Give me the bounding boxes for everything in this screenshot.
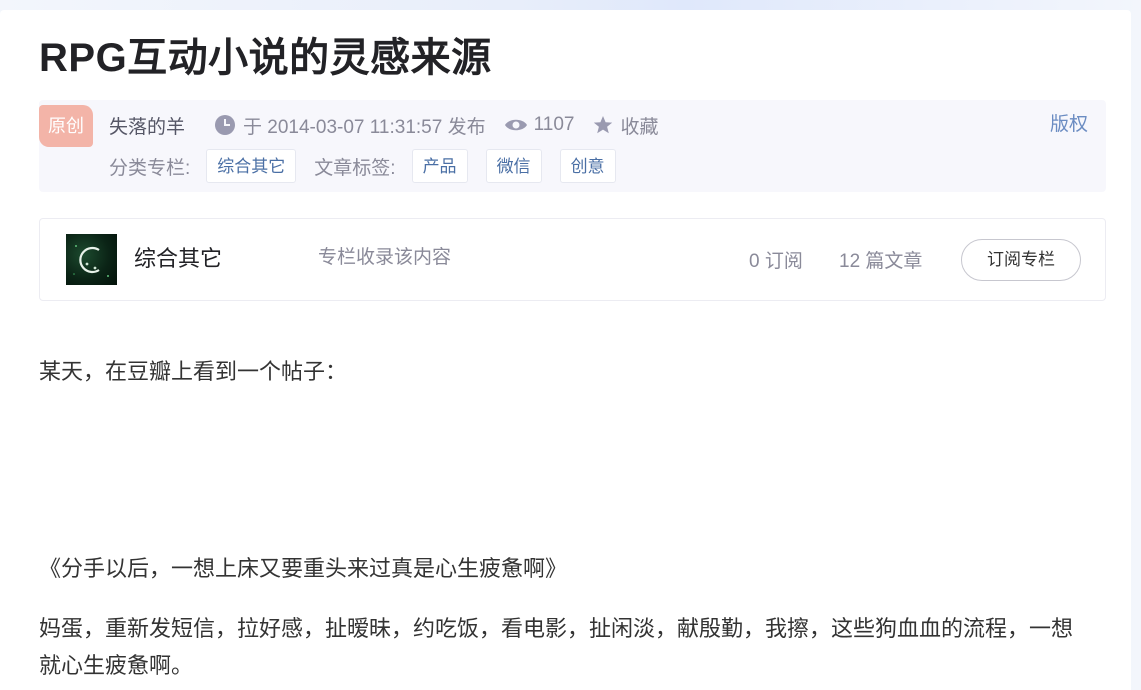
subscribe-column-button[interactable]: 订阅专栏 [961, 239, 1081, 281]
article-tag[interactable]: 产品 [411, 149, 468, 183]
article-title: RPG互动小说的灵感来源 [39, 36, 492, 80]
tags-label: 文章标签: [314, 157, 396, 179]
publish-time: 于 2014-03-07 11:31:57 发布 [243, 116, 486, 138]
content-paragraph: 妈蛋，重新发短信，拉好感，扯暧昧，约吃饭，看电影，扯闲淡，献殷勤，我擦，这些狗血… [39, 616, 1074, 678]
original-badge: 原创 [39, 105, 93, 147]
article-tag[interactable]: 创意 [559, 149, 616, 183]
category-tag-row: 分类专栏: 综合其它 文章标签: 产品 微信 创意 [109, 148, 634, 184]
article-tag[interactable]: 微信 [485, 149, 542, 183]
star-icon[interactable] [592, 114, 614, 136]
category-label: 分类专栏: [109, 157, 191, 179]
article-count: 12 篇文章 [839, 251, 923, 272]
column-card: 综合其它 专栏收录该内容 0 订阅 12 篇文章 订阅专栏 [39, 218, 1106, 301]
favorite-button[interactable]: 收藏 [620, 112, 658, 139]
copyright-link[interactable]: 版权 [1050, 112, 1088, 138]
author-link[interactable]: 失落的羊 [109, 112, 185, 139]
column-description: 专栏收录该内容 [318, 247, 452, 268]
article-card: RPG互动小说的灵感来源 原创 失落的羊 于 2014-03-07 11:31:… [0, 10, 1131, 690]
article-meta: 原创 失落的羊 于 2014-03-07 11:31:57 发布 1107 收藏… [39, 100, 1106, 192]
meta-info-row: 失落的羊 于 2014-03-07 11:31:57 发布 1107 收藏 [109, 112, 658, 138]
subscriber-count: 0 订阅 [749, 251, 803, 272]
content-paragraph: 《分手以后，一想上床又要重头来过真是心生疲惫啊》 [39, 556, 568, 581]
column-avatar[interactable] [66, 234, 117, 285]
column-name[interactable]: 综合其它 [134, 244, 222, 274]
view-count: 1107 [533, 114, 575, 135]
category-tag[interactable]: 综合其它 [206, 149, 297, 183]
clock-icon [215, 115, 236, 135]
content-paragraph: 某天，在豆瓣上看到一个帖子： [39, 359, 348, 384]
eye-icon [504, 119, 527, 131]
